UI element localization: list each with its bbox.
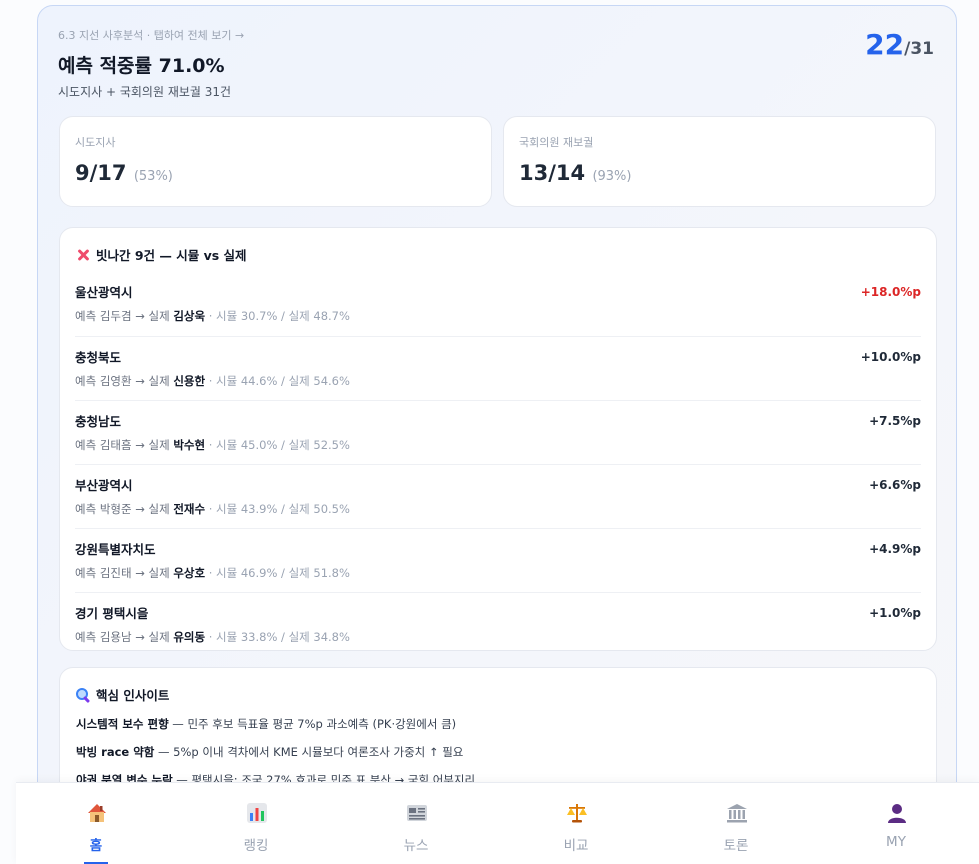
nav-label: 뉴스	[403, 838, 429, 854]
nav-label: 비교	[563, 838, 589, 854]
sim-vs-actual: · 시뮬 46.9% / 실제 51.8%	[205, 566, 350, 580]
prediction-text: 예측 김영환 → 실제	[75, 374, 174, 388]
nav-item-debate[interactable]: 토론	[656, 783, 816, 864]
sim-vs-actual: · 시뮬 33.8% / 실제 34.8%	[205, 630, 350, 644]
stat-label: 시도지사	[75, 136, 116, 149]
stat-card-governor: 시도지사 9/17 (53%)	[59, 116, 492, 207]
page-subtitle: 시도지사 + 국회의원 재보궐 31건	[58, 85, 232, 99]
stat-label: 국회의원 재보궐	[519, 136, 594, 149]
nav-item-compare[interactable]: 비교	[496, 783, 656, 864]
actual-winner: 김상욱	[173, 309, 206, 323]
insights-heading: 핵심 인사이트	[76, 685, 169, 704]
actual-winner: 신용한	[173, 374, 206, 388]
insight-title: 시스템적 보수 편향	[76, 717, 169, 731]
total-count: /31	[904, 39, 934, 59]
diff-value: +7.5%p	[869, 414, 921, 428]
prediction-text: 예측 김태흠 → 실제	[75, 438, 174, 452]
prediction-detail: 예측 김용남 → 실제 유의동 · 시뮬 33.8% / 실제 34.8%	[75, 629, 350, 645]
sim-vs-actual: · 시뮬 44.6% / 실제 54.6%	[205, 374, 350, 388]
hit-score: 22/31	[865, 28, 934, 61]
stat-value: 9/17 (53%)	[75, 161, 173, 185]
sim-vs-actual: · 시뮬 43.9% / 실제 50.5%	[205, 502, 350, 516]
region-name: 충청북도	[75, 350, 122, 365]
miss-row: 강원특별자치도 예측 김진태 → 실제 우상호 · 시뮬 46.9% / 실제 …	[75, 528, 921, 592]
insight-text: — 5%p 이내 격차에서 KME 시뮬보다 여론조사 가중치 ↑ 필요	[154, 745, 464, 759]
stat-card-by-election: 국회의원 재보궐 13/14 (93%)	[503, 116, 936, 207]
prediction-detail: 예측 박형준 → 실제 전재수 · 시뮬 43.9% / 실제 50.5%	[75, 501, 350, 517]
hit-count: 22	[865, 28, 905, 61]
insight-text: — 민주 후보 득표율 평균 7%p 과소예측 (PK·강원에서 큼)	[168, 717, 457, 731]
nav-label: 토론	[723, 838, 749, 854]
nav-label: 랭킹	[243, 838, 269, 854]
insights-heading-text: 핵심 인사이트	[96, 688, 170, 703]
nav-label: MY	[886, 834, 906, 850]
misses-panel: 빗나간 9건 — 시뮬 vs 실제 울산광역시 예측 김두겸 → 실제 김상욱 …	[59, 227, 937, 651]
newspaper-icon	[405, 801, 429, 825]
miss-row: 충청남도 예측 김태흠 → 실제 박수현 · 시뮬 45.0% / 실제 52.…	[75, 400, 921, 464]
prediction-summary-card[interactable]: 6.3 지선 사후분석 · 탭하여 전체 보기 → 예측 적중률 71.0% 시…	[37, 5, 957, 864]
prediction-detail: 예측 김영환 → 실제 신용한 · 시뮬 44.6% / 실제 54.6%	[75, 373, 350, 389]
diff-value: +1.0%p	[869, 606, 921, 620]
sim-vs-actual: · 시뮬 45.0% / 실제 52.5%	[205, 438, 350, 452]
insight-title: 박빙 race 약함	[76, 745, 155, 759]
miss-row: 경기 평택시을 예측 김용남 → 실제 유의동 · 시뮬 33.8% / 실제 …	[75, 592, 921, 656]
insight-item: 시스템적 보수 편향 — 민주 후보 득표율 평균 7%p 과소예측 (PK·강…	[76, 716, 456, 732]
user-icon	[885, 801, 909, 825]
region-name: 강원특별자치도	[75, 542, 156, 557]
prediction-detail: 예측 김두겸 → 실제 김상욱 · 시뮬 30.7% / 실제 48.7%	[75, 308, 350, 324]
region-name: 울산광역시	[75, 285, 133, 300]
prediction-detail: 예측 김태흠 → 실제 박수현 · 시뮬 45.0% / 실제 52.5%	[75, 437, 350, 453]
diff-value: +6.6%p	[869, 478, 921, 492]
diff-value: +18.0%p	[860, 285, 921, 299]
prediction-detail: 예측 김진태 → 실제 우상호 · 시뮬 46.9% / 실제 51.8%	[75, 565, 350, 581]
stat-fraction: 13/14	[519, 161, 586, 185]
diff-value: +10.0%p	[860, 350, 921, 364]
nav-label: 홈	[89, 838, 103, 854]
stat-percent: (53%)	[133, 169, 173, 184]
scales-icon	[565, 801, 589, 825]
region-name: 충청남도	[75, 414, 122, 429]
home-icon	[85, 801, 109, 825]
actual-winner: 박수현	[173, 438, 206, 452]
prediction-text: 예측 박형준 → 실제	[75, 502, 174, 516]
actual-winner: 우상호	[173, 566, 206, 580]
miss-row: 충청북도 예측 김영환 → 실제 신용한 · 시뮬 44.6% / 실제 54.…	[75, 336, 921, 400]
nav-item-my[interactable]: MY	[816, 783, 976, 864]
bottom-nav: 홈 랭킹 뉴스 비교 토론 MY	[16, 782, 979, 864]
misses-heading: 빗나간 9건 — 시뮬 vs 실제	[76, 245, 247, 264]
forum-building-icon	[725, 801, 749, 825]
nav-item-ranking[interactable]: 랭킹	[176, 783, 336, 864]
miss-row: 부산광역시 예측 박형준 → 실제 전재수 · 시뮬 43.9% / 실제 50…	[75, 464, 921, 528]
sim-vs-actual: · 시뮬 30.7% / 실제 48.7%	[205, 309, 350, 323]
stat-fraction: 9/17	[75, 161, 127, 185]
prediction-text: 예측 김진태 → 실제	[75, 566, 174, 580]
nav-item-news[interactable]: 뉴스	[336, 783, 496, 864]
nav-item-home[interactable]: 홈	[16, 783, 176, 864]
stat-percent: (93%)	[592, 169, 632, 184]
region-name: 경기 평택시을	[75, 606, 149, 621]
prediction-text: 예측 김용남 → 실제	[75, 630, 174, 644]
summary-breadcrumb[interactable]: 6.3 지선 사후분석 · 탭하여 전체 보기 →	[58, 27, 244, 43]
page-title: 예측 적중률 71.0%	[58, 55, 225, 77]
actual-winner: 전재수	[173, 502, 206, 516]
cross-mark-icon	[76, 248, 90, 262]
diff-value: +4.9%p	[869, 542, 921, 556]
misses-heading-text: 빗나간 9건 — 시뮬 vs 실제	[96, 248, 247, 263]
region-name: 부산광역시	[75, 478, 133, 493]
miss-row: 울산광역시 예측 김두겸 → 실제 김상욱 · 시뮬 30.7% / 실제 48…	[75, 272, 921, 336]
stat-value: 13/14 (93%)	[519, 161, 631, 185]
actual-winner: 유의동	[173, 630, 206, 644]
insight-item: 박빙 race 약함 — 5%p 이내 격차에서 KME 시뮬보다 여론조사 가…	[76, 744, 463, 760]
magnifier-icon	[76, 687, 90, 702]
ranking-chart-icon	[245, 801, 269, 825]
prediction-text: 예측 김두겸 → 실제	[75, 309, 174, 323]
